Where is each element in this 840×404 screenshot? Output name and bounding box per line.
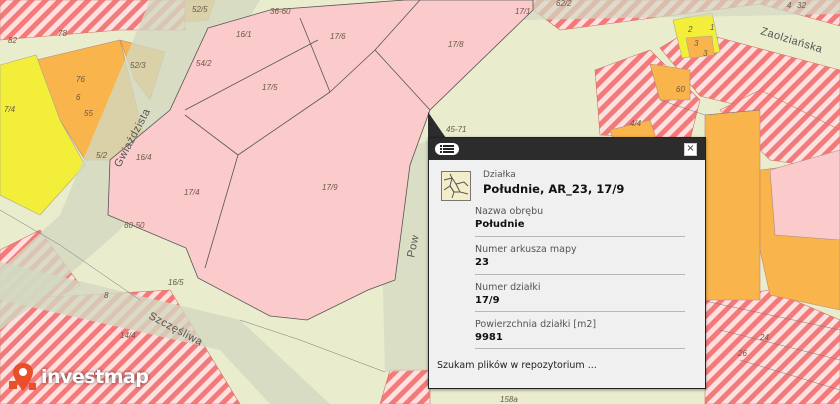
- parcel-label: 4: [787, 1, 792, 10]
- field-label: Nazwa obrębu: [475, 206, 544, 217]
- field-label: Numer arkusza mapy: [475, 244, 577, 255]
- parcel-label: 17/9: [322, 183, 338, 192]
- parcel-label: 76: [76, 75, 85, 84]
- field-parcel-number: Numer działki 17/9: [475, 282, 685, 306]
- parcel-label: 17/1: [515, 7, 531, 16]
- parcel-label: 26: [737, 349, 747, 358]
- parcel-label: 17/8: [448, 40, 464, 49]
- parcel-label: 55: [84, 109, 93, 118]
- parcel-label: 3: [694, 39, 699, 48]
- parcel-label: 78: [58, 29, 67, 38]
- field-map-sheet: Numer arkusza mapy 23: [475, 244, 685, 268]
- parcel-label: 54/2: [196, 59, 212, 68]
- list-icon: [440, 145, 454, 153]
- parcel-label: 16/1: [236, 30, 252, 39]
- field-label: Powierzchnia działki [m2]: [475, 319, 597, 330]
- parcel-label: 16/5: [168, 278, 184, 287]
- parcel-label: 17/5: [262, 83, 278, 92]
- parcel-label: 3: [703, 49, 708, 58]
- popup-status-text: Szukam plików w repozytorium ...: [437, 360, 597, 371]
- parcel-label: 60-50: [124, 221, 145, 230]
- parcel-label: 4/4: [630, 119, 642, 128]
- parcel-label: 32: [797, 1, 806, 10]
- field-district: Nazwa obrębu Południe: [475, 206, 685, 230]
- parcel-label: 1: [710, 23, 714, 32]
- parcel-label: 2: [687, 25, 693, 34]
- map-canvas[interactable]: 17/6 17/8 17/5 17/4 17/9 17/1 16/1 16/4 …: [0, 0, 840, 404]
- field-value: Południe: [475, 219, 525, 230]
- parcel-label: 62/2: [556, 0, 572, 8]
- parcel-label: 8: [104, 291, 109, 300]
- popup-pointer: [428, 112, 446, 138]
- parcel-label: 36-60: [270, 7, 291, 16]
- parcel-label: 82: [8, 36, 17, 45]
- parcel-map-icon: [441, 171, 471, 201]
- parcel-label: 52/3: [130, 61, 146, 70]
- separator: [475, 348, 685, 349]
- parcel-label: 7/4: [4, 105, 16, 114]
- field-label: Numer działki: [475, 282, 541, 293]
- separator: [475, 236, 685, 237]
- field-parcel-area: Powierzchnia działki [m2] 9981: [475, 319, 685, 343]
- parcel-label: 45-71: [446, 125, 466, 134]
- popup-title: Południe, AR_23, 17/9: [483, 182, 625, 196]
- field-value: 23: [475, 257, 489, 268]
- field-value: 17/9: [475, 295, 500, 306]
- popup-type-label: Działka: [483, 170, 516, 180]
- close-icon: ×: [686, 143, 695, 154]
- list-button[interactable]: [435, 143, 459, 155]
- parcel-label: 16/4: [136, 153, 152, 162]
- parcel-label: 60: [676, 85, 685, 94]
- parcel-label: 24: [759, 333, 769, 342]
- popup-header: ×: [429, 138, 705, 160]
- parcel-label: 158a: [500, 395, 518, 404]
- separator: [475, 311, 685, 312]
- investmap-logo-icon: [9, 363, 36, 391]
- parcel-label: 6: [76, 93, 81, 102]
- investmap-logo[interactable]: investmap: [9, 360, 149, 394]
- parcel-label: 52/5: [192, 5, 208, 14]
- investmap-logo-text: investmap: [41, 366, 149, 388]
- close-button[interactable]: ×: [684, 143, 697, 156]
- parcel-label: 17/4: [184, 188, 200, 197]
- separator: [475, 274, 685, 275]
- parcel-label: 5/2: [96, 151, 108, 160]
- parcel-info-popup: × Działka Południe, AR_23, 17/9 Nazwa ob…: [428, 137, 706, 389]
- field-value: 9981: [475, 332, 503, 343]
- parcel-label: 17/6: [330, 32, 346, 41]
- parcel-label: 14/4: [120, 331, 136, 340]
